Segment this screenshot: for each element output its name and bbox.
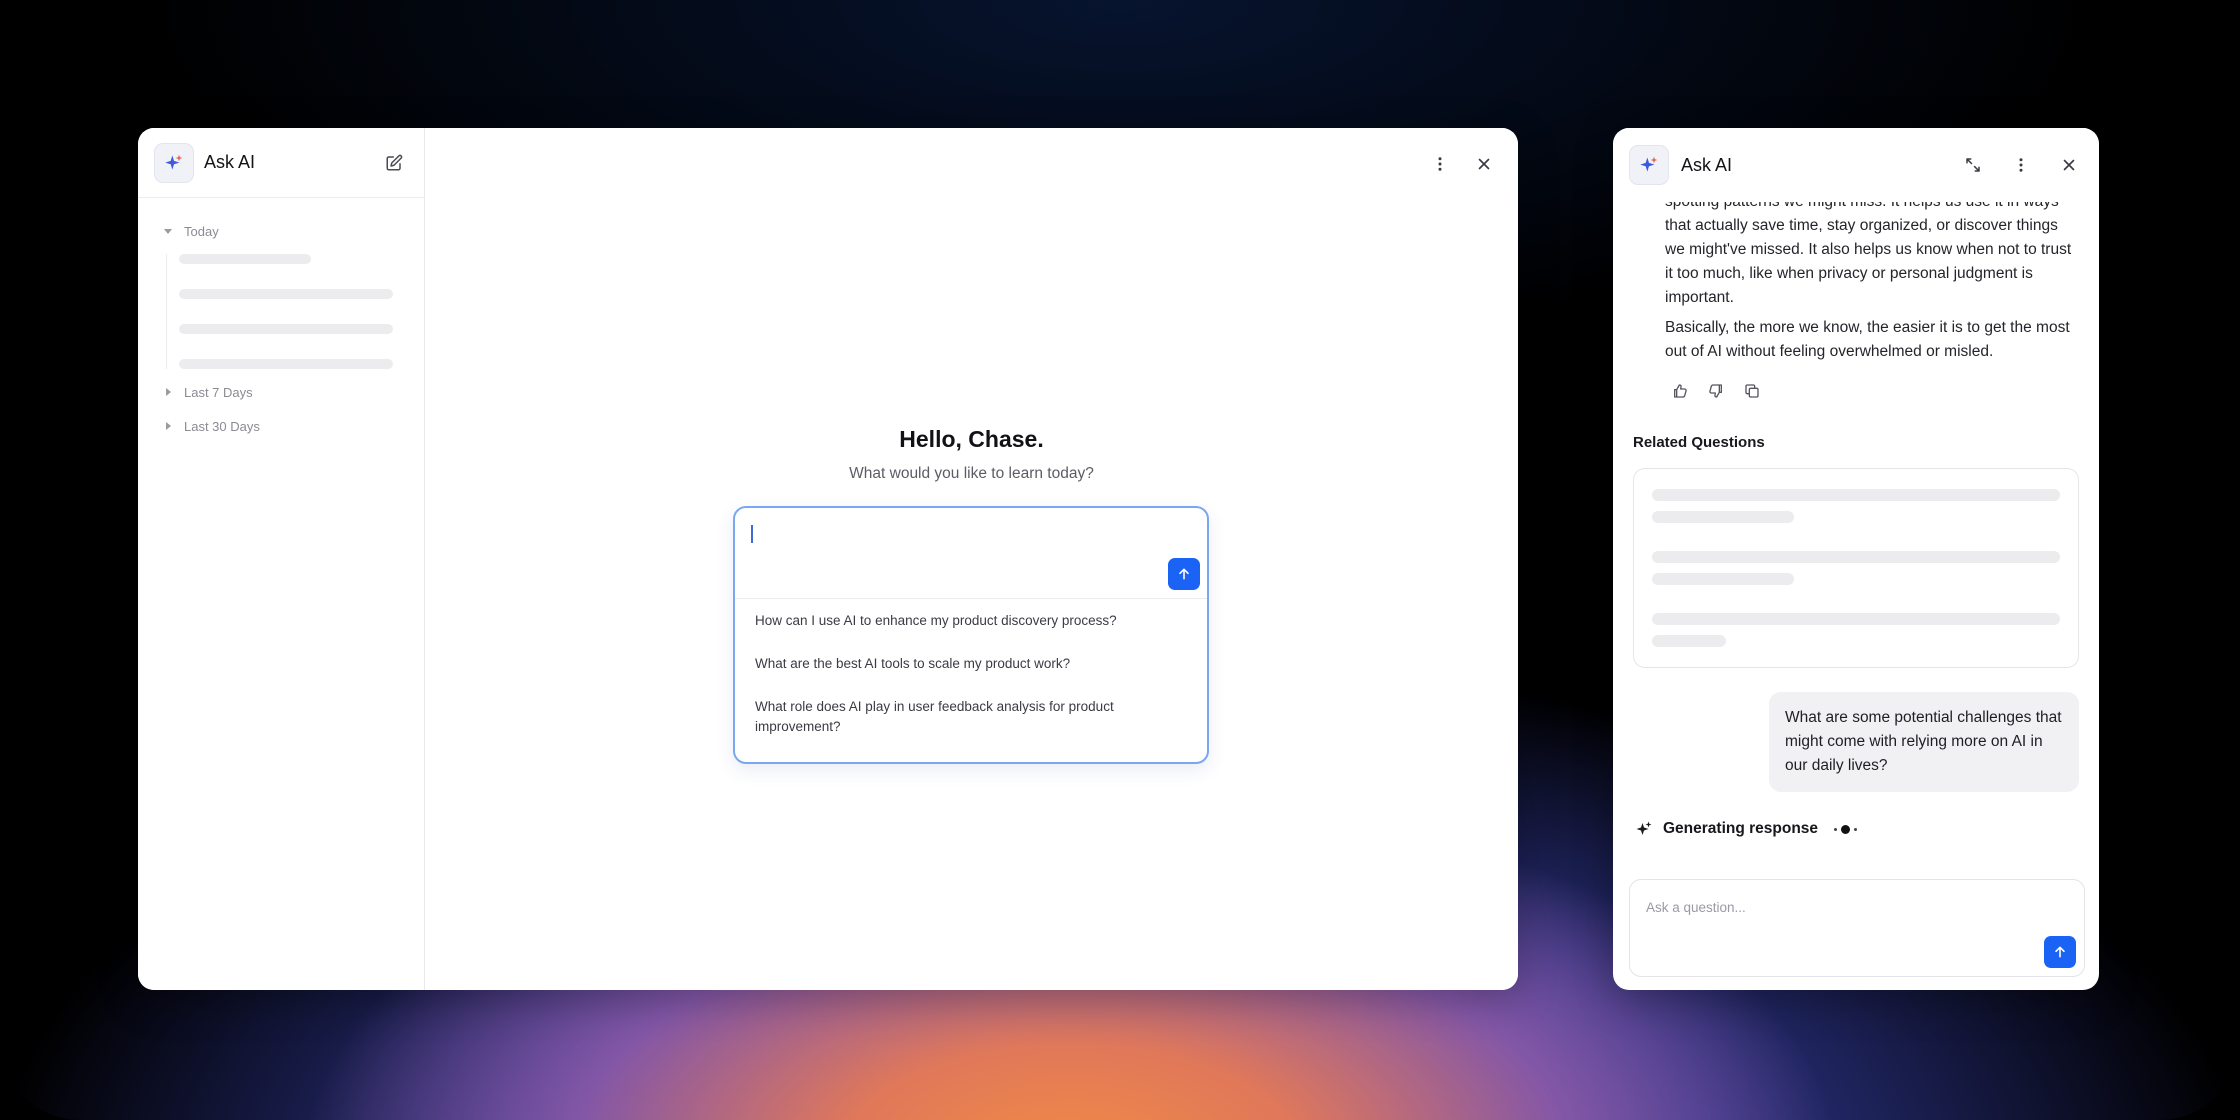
history-group-label: Last 7 Days — [184, 384, 253, 400]
history-group-label: Last 30 Days — [184, 418, 260, 434]
caret-right-icon — [166, 422, 171, 430]
question-input[interactable]: Ask a question... — [1629, 879, 2085, 977]
question-input-placeholder: Ask a question... — [1646, 900, 1746, 915]
chat-area: Hello, Chase. What would you like to lea… — [425, 128, 1518, 990]
history-group-label: Today — [184, 223, 219, 239]
history-group-last-7-days[interactable]: Last 7 Days — [162, 381, 404, 403]
close-button[interactable] — [1470, 150, 1498, 178]
chat-history: Today Last 7 Days Last 30 Days — [138, 198, 424, 437]
history-item-placeholder — [179, 324, 393, 334]
related-questions-title: Related Questions — [1633, 434, 1765, 451]
related-question-placeholder — [1652, 511, 1794, 523]
more-options-button[interactable] — [1426, 150, 1454, 178]
send-button[interactable] — [1168, 558, 1200, 590]
answer-feedback — [1671, 382, 1761, 400]
thumbs-up-button[interactable] — [1671, 382, 1689, 400]
history-item-placeholder — [179, 254, 311, 264]
today-items — [166, 254, 404, 369]
typing-dot — [1841, 824, 1851, 834]
related-question-placeholder — [1652, 489, 2060, 501]
sparkle-icon — [1636, 821, 1652, 835]
history-item-placeholder — [179, 289, 393, 299]
sparkle-icon — [165, 154, 183, 170]
copy-button[interactable] — [1743, 382, 1761, 400]
app-title: Ask AI — [204, 152, 256, 172]
history-group-last-30-days[interactable]: Last 30 Days — [162, 415, 404, 437]
prompt-composer: How can I use AI to enhance my product d… — [733, 506, 1209, 764]
edit-icon — [386, 154, 403, 170]
history-group-today[interactable]: Today — [162, 220, 404, 242]
expand-icon — [1966, 158, 1980, 172]
ask-ai-main-window: Ask AI Today Last 7 Days Last 30 Days He… — [138, 128, 1518, 990]
app-logo — [154, 142, 194, 183]
caret-down-icon — [164, 229, 172, 234]
sidebar-header: Ask AI — [138, 128, 424, 198]
assistant-answer-paragraph: spotting patterns we might miss. It help… — [1665, 202, 2072, 306]
related-questions-loading — [1633, 468, 2079, 668]
generating-label: Generating response — [1663, 820, 1819, 837]
more-vertical-icon — [1438, 157, 1442, 171]
suggested-prompt[interactable]: What role does AI play in user feedback … — [755, 697, 1187, 737]
close-button[interactable] — [2055, 151, 2083, 179]
close-icon — [1478, 158, 1490, 170]
arrow-up-icon — [2055, 946, 2065, 958]
text-caret — [751, 525, 753, 543]
expand-button[interactable] — [1959, 151, 1987, 179]
related-question-placeholder — [1652, 635, 1726, 647]
greeting-title: Hello, Chase. — [899, 426, 1044, 452]
sparkle-icon — [1640, 156, 1658, 172]
new-chat-button[interactable] — [382, 151, 406, 175]
user-message: What are some potential challenges that … — [1769, 692, 2079, 792]
chat-toolbar — [1426, 150, 1498, 178]
thumbs-down-button[interactable] — [1707, 382, 1725, 400]
prompt-input[interactable] — [735, 508, 1207, 599]
assistant-answer-scroll[interactable]: spotting patterns we might miss. It help… — [1613, 202, 2099, 312]
close-icon — [2063, 159, 2075, 171]
suggested-prompt[interactable]: How can I use AI to enhance my product d… — [755, 611, 1187, 631]
assistant-answer-paragraph: Basically, the more we know, the easier … — [1665, 319, 2070, 360]
typing-dot — [1854, 827, 1858, 831]
arrow-up-icon — [1179, 568, 1189, 580]
history-item-placeholder — [179, 359, 393, 369]
related-question-placeholder — [1652, 573, 1794, 585]
thumbs-up-icon — [1674, 384, 1687, 398]
related-question-placeholder — [1652, 551, 2060, 563]
panel-header: Ask AI — [1613, 128, 2099, 202]
typing-dot — [1834, 827, 1838, 831]
suggested-prompt[interactable]: What are the best AI tools to scale my p… — [755, 654, 1187, 674]
generating-status: Generating response — [1635, 820, 1858, 838]
send-button[interactable] — [2044, 936, 2076, 968]
suggested-prompts: How can I use AI to enhance my product d… — [735, 599, 1207, 737]
ask-ai-side-panel: Ask AI spotting patterns we might miss. — [1613, 128, 2099, 990]
more-vertical-icon — [2019, 158, 2023, 172]
copy-icon — [1745, 384, 1759, 398]
panel-tools — [1959, 151, 2083, 179]
more-options-button[interactable] — [2007, 151, 2035, 179]
related-question-placeholder — [1652, 613, 2060, 625]
history-sidebar: Ask AI Today Last 7 Days Last 30 Days — [138, 128, 425, 990]
typing-indicator — [1834, 824, 1858, 834]
thumbs-down-icon — [1709, 384, 1722, 398]
caret-right-icon — [166, 388, 171, 396]
greeting: Hello, Chase. What would you like to lea… — [425, 426, 1518, 483]
panel-title: Ask AI — [1681, 154, 1733, 175]
app-logo — [1629, 145, 1669, 185]
greeting-subtitle: What would you like to learn today? — [849, 465, 1094, 482]
